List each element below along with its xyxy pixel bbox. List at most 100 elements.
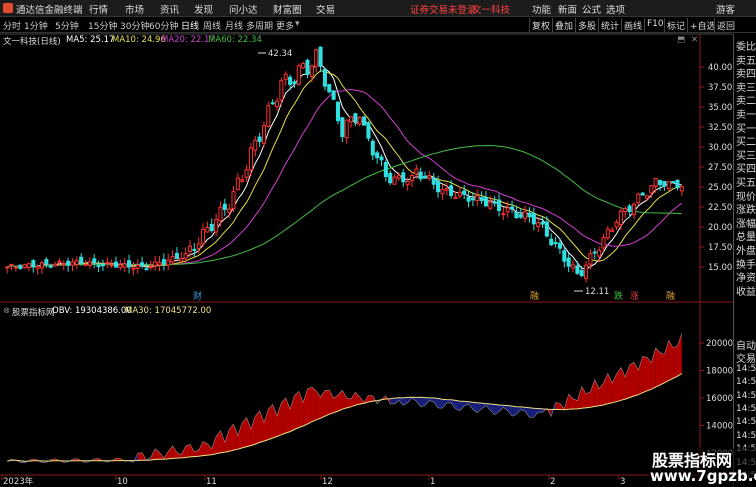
candle-body xyxy=(261,125,267,144)
price-tick-label: 15.00 xyxy=(708,263,732,273)
candle-body xyxy=(536,222,541,227)
obv-fill-segment xyxy=(529,407,534,418)
candle-body xyxy=(35,266,40,269)
candle-body xyxy=(288,76,293,86)
candle-body xyxy=(279,80,284,101)
obv-fill-segment xyxy=(638,356,643,395)
price-tick-label: 32.50 xyxy=(708,123,732,133)
obv-fill-segment xyxy=(176,452,182,459)
candle-body xyxy=(296,65,301,85)
candle-body xyxy=(66,260,71,266)
obv-tick-label: 14000 xyxy=(706,422,733,432)
candle-body xyxy=(466,196,471,202)
obv-fill-segment xyxy=(250,416,256,446)
candle-body xyxy=(488,201,493,209)
obv-fill-segment xyxy=(307,387,312,424)
obv-fill-segment xyxy=(277,402,282,437)
obv-fill-segment xyxy=(599,383,604,406)
candle-body xyxy=(444,188,449,191)
candle-body xyxy=(105,262,110,265)
ma60-line xyxy=(7,144,682,268)
candle-body xyxy=(379,156,384,161)
candle-body xyxy=(492,201,497,204)
x-axis-label: 2 xyxy=(550,477,555,487)
obv-fill-segment xyxy=(586,392,591,408)
candle-body xyxy=(597,249,602,257)
candle-body xyxy=(161,259,166,265)
obv-fill-segment xyxy=(655,348,661,388)
obv-fill-segment xyxy=(172,445,177,459)
obv-fill-segment xyxy=(263,409,269,442)
candle-body xyxy=(192,248,197,251)
candle-body xyxy=(414,168,419,175)
obv-fill-segment xyxy=(342,390,347,410)
obv-fill-segment xyxy=(355,392,360,406)
candle-body xyxy=(562,250,567,262)
candle-body xyxy=(427,175,432,179)
candle-body xyxy=(157,262,162,266)
candle-body xyxy=(44,259,49,265)
price-tick-label: 40.00 xyxy=(708,63,732,73)
event-marker: 涨 xyxy=(630,291,639,302)
candle-body xyxy=(331,90,336,100)
watermark-line2: www.7gpzb.com xyxy=(650,467,756,485)
candle-body xyxy=(614,221,619,228)
price-tick-label: 22.50 xyxy=(708,203,732,213)
quote-side-panel: 委比 卖五 卖四 卖三 卖二 卖一 买一 买二 买三 买四 买五 现价 涨跌 涨幅 总量 外盘 换手 净资 收益 自动… xyxy=(733,34,756,487)
obv-fill-segment xyxy=(281,397,286,435)
candle-body xyxy=(610,229,615,232)
candle-body xyxy=(662,180,667,187)
candle-body xyxy=(318,46,323,67)
x-axis-label: 12 xyxy=(322,477,333,487)
obv-fill-segment xyxy=(633,362,639,397)
candle-body xyxy=(253,139,258,151)
trade-time: 14:56 xyxy=(736,430,756,441)
candle-body xyxy=(510,206,515,210)
candle-body xyxy=(470,197,475,201)
candle-body xyxy=(392,176,397,185)
obv-fill-segment xyxy=(629,362,634,398)
candle-body xyxy=(405,181,410,186)
candle-body xyxy=(483,196,488,207)
candle-body xyxy=(671,181,676,184)
watermark: 股票指标网 www.7gpzb.com xyxy=(648,447,756,487)
candle-body xyxy=(618,210,623,225)
candle-body xyxy=(640,192,645,196)
candle-body xyxy=(70,261,75,266)
candle-body xyxy=(131,267,136,270)
candle-body xyxy=(549,238,554,246)
candle-body xyxy=(283,73,288,80)
candle-body xyxy=(575,265,580,274)
candle-body xyxy=(475,195,480,202)
candle-body xyxy=(322,68,327,87)
price-tick-label: 25.00 xyxy=(708,183,732,193)
candle-body xyxy=(375,152,380,158)
candle-body xyxy=(362,116,367,126)
candle-body xyxy=(544,221,549,237)
kline-chart[interactable]: 40.00 37.50 35.00 32.50 30.00 27.50 25.00 22.50… xyxy=(0,0,733,487)
obv-fill-segment xyxy=(246,417,251,447)
candle-body xyxy=(187,245,193,252)
obv-fill-segment xyxy=(137,452,143,461)
obv-fill-segment xyxy=(642,356,648,393)
candle-body xyxy=(39,262,45,269)
candle-body xyxy=(679,186,684,192)
candle-body xyxy=(449,185,454,196)
candle-body xyxy=(235,177,240,191)
obv-fill-segment xyxy=(324,390,330,417)
event-marker: 融 xyxy=(530,291,539,302)
candle-body xyxy=(87,261,92,266)
candle-body xyxy=(349,116,354,123)
x-axis-label: 1 xyxy=(430,477,435,487)
candle-body xyxy=(100,264,105,267)
candle-body xyxy=(627,205,632,212)
candle-body xyxy=(514,211,519,219)
candle-body xyxy=(422,175,428,179)
candle-body xyxy=(170,256,175,263)
candle-body xyxy=(113,261,119,268)
candle-body xyxy=(92,258,97,264)
candle-body xyxy=(531,213,536,225)
obv-fill-segment xyxy=(660,352,665,385)
candle-body xyxy=(227,208,232,213)
obv-fill-segment xyxy=(294,391,299,430)
